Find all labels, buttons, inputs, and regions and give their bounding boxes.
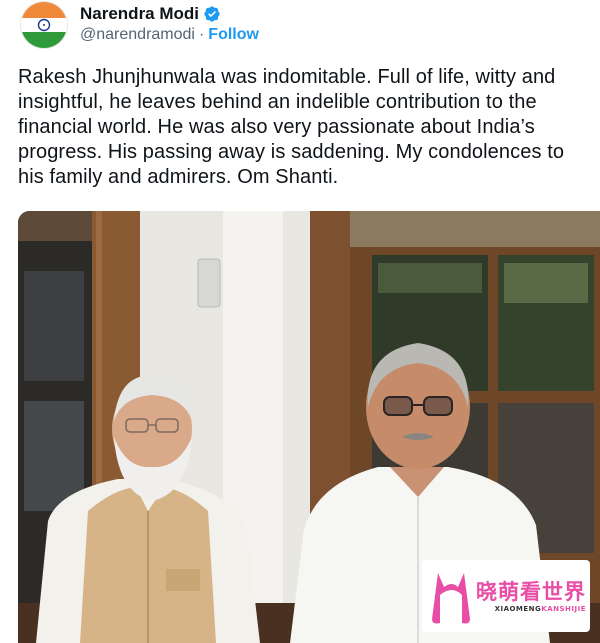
india-flag-icon [21, 2, 67, 48]
verified-badge-icon [203, 5, 221, 23]
separator-dot: · [198, 26, 205, 43]
tweet-text: Rakesh Jhunjhunwala was indomitable. Ful… [18, 66, 565, 188]
handle-row: @narendramodi · Follow [80, 24, 259, 46]
watermark-text: 晓萌看世界 XIAOMENGKANSHIJIE [476, 580, 586, 613]
watermark: 晓萌看世界 XIAOMENGKANSHIJIE [422, 560, 590, 632]
watermark-subtitle-part2: KANSHIJIE [541, 604, 586, 613]
author-identity: Narendra Modi @narendramodi · Follow [80, 4, 259, 46]
watermark-title: 晓萌看世界 [476, 579, 586, 604]
tweet-card: Narendra Modi @narendramodi · Follow Rak… [0, 0, 600, 643]
watermark-subtitle-part1: XIAOMENG [494, 604, 542, 613]
name-row: Narendra Modi [80, 4, 259, 24]
watermark-cat-logo-icon [432, 573, 470, 624]
watermark-subtitle: XIAOMENGKANSHIJIE [476, 605, 586, 613]
avatar[interactable] [20, 1, 68, 49]
follow-button[interactable]: Follow [208, 24, 259, 46]
author-handle[interactable]: @narendramodi [80, 24, 195, 46]
tweet-header: Narendra Modi @narendramodi · Follow [20, 0, 259, 50]
author-display-name[interactable]: Narendra Modi [80, 4, 199, 24]
